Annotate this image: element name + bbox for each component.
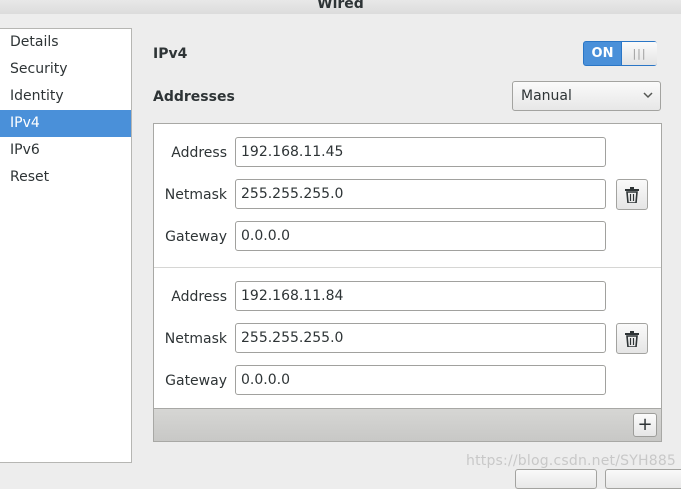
gateway-field[interactable]: 0.0.0.0	[235, 365, 606, 395]
switch-on-label: ON	[591, 46, 614, 61]
sidebar-item-identity[interactable]: Identity	[0, 83, 131, 110]
ipv4-heading: IPv4	[153, 46, 188, 62]
window-title: Wired	[317, 0, 364, 12]
sidebar: Details Security Identity IPv4 IPv6 Rese…	[0, 28, 132, 463]
switch-knob[interactable]: |||	[621, 42, 657, 65]
sidebar-item-ipv4[interactable]: IPv4	[0, 110, 131, 137]
gateway-label: Gateway	[165, 229, 227, 245]
sidebar-item-details[interactable]: Details	[0, 29, 131, 56]
gateway-label: Gateway	[165, 373, 227, 389]
plus-icon: +	[637, 414, 653, 435]
address-label: Address	[171, 289, 227, 305]
dropdown-selected-value: Manual	[521, 88, 572, 104]
cancel-button-partial[interactable]	[515, 469, 597, 489]
sidebar-item-ipv6[interactable]: IPv6	[0, 137, 131, 164]
delete-address-button[interactable]	[616, 323, 648, 354]
ipv4-toggle-switch[interactable]: ON |||	[583, 41, 657, 66]
delete-address-button[interactable]	[616, 179, 648, 210]
netmask-label: Netmask	[164, 187, 227, 203]
address-field[interactable]: 192.168.11.45	[235, 137, 606, 167]
sidebar-item-reset[interactable]: Reset	[0, 164, 131, 191]
gateway-field[interactable]: 0.0.0.0	[235, 221, 606, 251]
sidebar-item-security[interactable]: Security	[0, 56, 131, 83]
netmask-field[interactable]: 255.255.255.0	[235, 179, 606, 209]
address-label: Address	[171, 145, 227, 161]
netmask-label: Netmask	[164, 331, 227, 347]
addresses-list: Address 192.168.11.45 Netmask 255.255.25…	[153, 123, 662, 442]
chevron-down-icon	[643, 92, 653, 99]
address-field[interactable]: 192.168.11.84	[235, 281, 606, 311]
address-entry-group: Address 192.168.11.45 Netmask 255.255.25…	[154, 124, 661, 267]
watermark-text: https://blog.csdn.net/SYH885	[466, 453, 677, 469]
trash-icon	[625, 331, 639, 347]
addresses-method-dropdown[interactable]: Manual	[512, 81, 661, 111]
addresses-toolbar: +	[154, 408, 661, 441]
add-address-button[interactable]: +	[633, 413, 657, 437]
netmask-field[interactable]: 255.255.255.0	[235, 323, 606, 353]
apply-button-partial[interactable]	[605, 469, 681, 489]
trash-icon	[625, 187, 639, 203]
address-entry-group: Address 192.168.11.84 Netmask 255.255.25…	[154, 267, 661, 411]
addresses-heading: Addresses	[153, 89, 235, 105]
